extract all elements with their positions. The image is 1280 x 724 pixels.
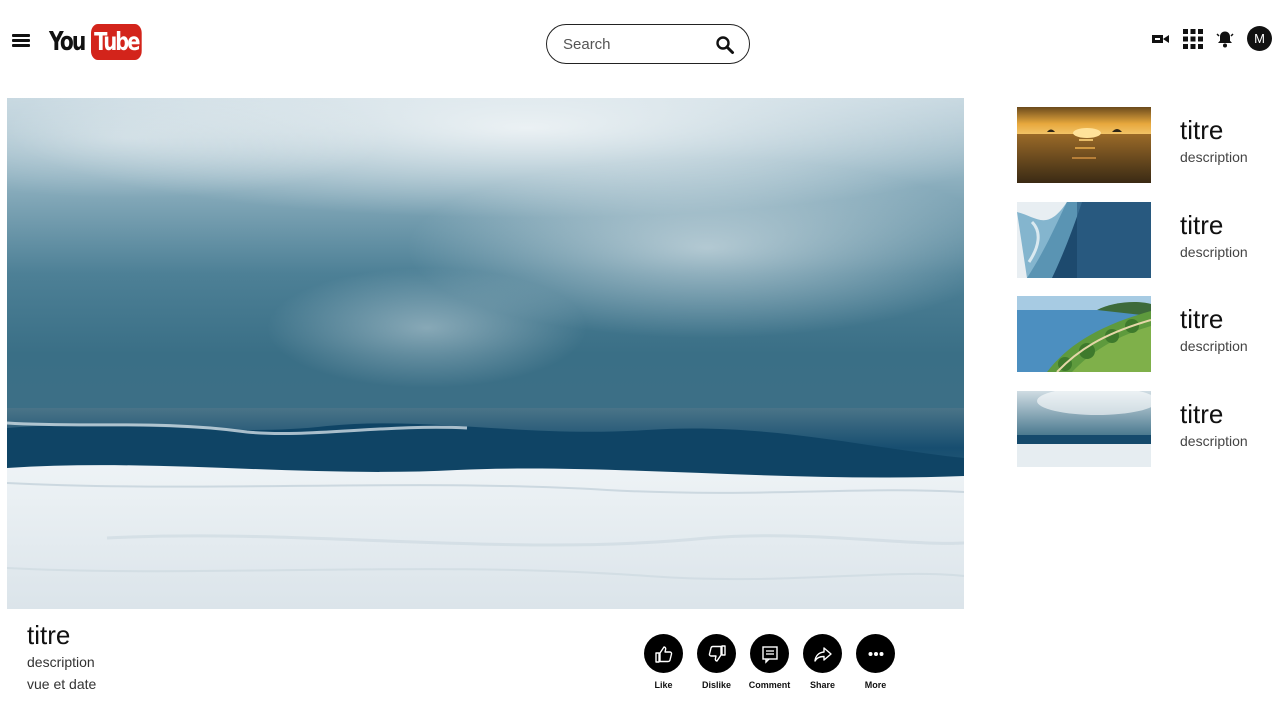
related-description: description <box>1180 149 1248 165</box>
logo-you-text: You <box>49 27 86 57</box>
search-icon[interactable] <box>715 35 735 55</box>
thumbs-up-icon <box>654 645 672 663</box>
search-bar <box>546 24 750 64</box>
more-button[interactable]: More <box>849 634 902 690</box>
bell-icon[interactable] <box>1215 29 1235 49</box>
logo-tube-text: Tube <box>91 24 142 60</box>
like-button[interactable]: Like <box>637 634 690 690</box>
share-label: Share <box>809 680 835 690</box>
share-button[interactable]: Share <box>796 634 849 690</box>
like-label: Like <box>654 680 673 690</box>
related-thumbnail[interactable] <box>1017 390 1151 467</box>
header-actions: M <box>1151 26 1272 51</box>
related-description: description <box>1180 432 1248 449</box>
related-video-item[interactable]: titre description <box>1017 107 1277 183</box>
related-video-item[interactable]: titre description <box>1017 390 1277 467</box>
youtube-logo[interactable]: You Tube <box>49 24 156 60</box>
related-title[interactable]: titre <box>1180 210 1248 240</box>
related-title[interactable]: titre <box>1180 304 1248 334</box>
apps-grid-icon[interactable] <box>1183 28 1203 49</box>
related-description: description <box>1180 338 1248 354</box>
dislike-label: Dislike <box>701 680 732 690</box>
video-player[interactable] <box>7 98 964 609</box>
related-text: titre description <box>1180 296 1248 372</box>
search-input[interactable] <box>563 35 703 53</box>
related-text: titre description <box>1180 391 1248 467</box>
related-thumbnail[interactable] <box>1017 201 1151 278</box>
related-video-item[interactable]: titre description <box>1017 296 1277 372</box>
hamburger-menu-icon[interactable] <box>12 34 30 47</box>
dislike-button[interactable]: Dislike <box>690 634 743 690</box>
more-dots-icon <box>868 651 883 656</box>
related-thumbnail[interactable] <box>1017 296 1151 372</box>
related-videos: titre description titre description titr… <box>1017 107 1277 485</box>
more-label: More <box>864 680 887 690</box>
share-icon <box>813 646 832 662</box>
thumbs-down-icon <box>708 644 726 662</box>
comment-button[interactable]: Comment <box>743 634 796 690</box>
related-text: titre description <box>1180 107 1248 183</box>
comment-icon <box>761 645 778 664</box>
video-title: titre <box>27 620 71 650</box>
video-views-date: vue et date <box>27 676 97 692</box>
related-video-item[interactable]: titre description <box>1017 201 1277 278</box>
related-thumbnail[interactable] <box>1017 107 1151 183</box>
avatar[interactable]: M <box>1247 26 1272 51</box>
comment-label: Comment <box>748 680 791 690</box>
related-title[interactable]: titre <box>1180 115 1248 145</box>
related-description: description <box>1180 243 1248 260</box>
video-info: titre description vue et date <box>27 619 96 695</box>
video-actions: Like Dislike Comment Share More <box>637 634 902 690</box>
related-text: titre description <box>1180 202 1248 278</box>
video-camera-icon[interactable] <box>1151 29 1171 49</box>
related-title[interactable]: titre <box>1180 399 1248 429</box>
video-description: description <box>27 654 95 670</box>
